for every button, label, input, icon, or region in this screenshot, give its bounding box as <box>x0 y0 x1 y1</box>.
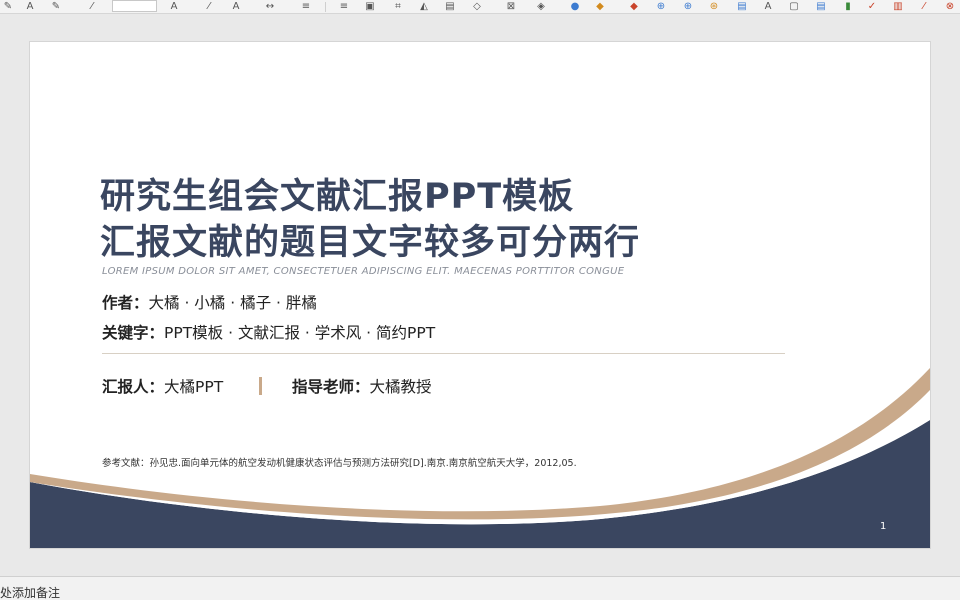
page-number: 1 <box>880 521 887 532</box>
char-color-icon[interactable]: A <box>230 1 242 12</box>
keywords-label: 关键字： <box>102 324 165 342</box>
sign-icon[interactable]: ⁄ <box>918 1 930 12</box>
authors-label: 作者： <box>102 294 149 312</box>
subtitle-lorem[interactable]: LOREM IPSUM DOLOR SIT AMET, CONSECTETUER… <box>102 266 624 277</box>
reporter-value: 大橘PPT <box>164 378 224 396</box>
keywords-line[interactable]: 关键字：PPT模板 · 文献汇报 · 学术风 · 简约PPT <box>102 321 435 343</box>
highlight-icon[interactable]: ⁄ <box>203 1 215 12</box>
advisor-line[interactable]: 指导老师：大橘教授 <box>292 375 432 397</box>
reporter-line[interactable]: 汇报人：大橘PPT <box>102 375 223 397</box>
advisor-value: 大橘教授 <box>369 378 432 396</box>
notes-placeholder: 处添加备注 <box>0 586 61 600</box>
authors-line[interactable]: 作者：大橘 · 小橘 · 橘子 · 胖橘 <box>102 291 317 313</box>
edit-icon[interactable]: ✎ <box>50 1 62 12</box>
section-divider <box>102 353 785 354</box>
bar-icon[interactable]: ▮ <box>842 1 854 12</box>
font-color-icon[interactable]: A <box>168 1 180 12</box>
navy-wave <box>30 420 930 548</box>
text-box-icon[interactable]: A <box>24 1 36 12</box>
pen-icon[interactable]: ✎ <box>2 1 14 12</box>
box-icon[interactable]: ▤ <box>815 1 827 12</box>
list-icon[interactable]: ≡ <box>300 1 312 12</box>
sheet-icon[interactable]: ▤ <box>736 1 748 12</box>
transform-icon[interactable]: ▤ <box>444 1 456 12</box>
image-icon[interactable]: ▣ <box>364 1 376 12</box>
fill-icon[interactable]: ◇ <box>471 1 483 12</box>
media-icon[interactable]: ◆ <box>628 1 640 12</box>
symbol-icon[interactable]: ⊕ <box>655 1 667 12</box>
reporter-label: 汇报人： <box>102 378 165 396</box>
dot-icon[interactable]: ● <box>569 1 581 12</box>
table-icon[interactable]: ⊠ <box>505 1 517 12</box>
link-icon[interactable]: ◆ <box>594 1 606 12</box>
keywords-value: PPT模板 · 文献汇报 · 学术风 · 简约PPT <box>164 324 436 342</box>
slide-title-line-1[interactable]: 研究生组会文献汇报PPT模板 <box>100 168 574 219</box>
check-icon[interactable]: ⊛ <box>708 1 720 12</box>
chart-icon[interactable]: ◈ <box>535 1 547 12</box>
toolbar-separator <box>325 2 326 12</box>
notes-pane[interactable]: 处添加备注 <box>0 576 960 600</box>
eyedropper-icon[interactable]: ⁄ <box>86 1 98 12</box>
font-size-box[interactable] <box>112 0 157 12</box>
abc-icon[interactable]: A <box>762 1 774 12</box>
crop-icon[interactable]: ⌗ <box>392 1 404 12</box>
frame-icon[interactable]: ▢ <box>788 1 800 12</box>
shape-icon[interactable]: ◭ <box>418 1 430 12</box>
reference-text[interactable]: 参考文献：孙见忠.面向单元体的航空发动机健康状态评估与预测方法研究[D].南京.… <box>102 455 577 469</box>
advisor-label: 指导老师： <box>292 378 370 396</box>
formatting-toolbar: ✎ A ✎ ⁄ A ⁄ A ↔ ≡ ≡ ▣ ⌗ ◭ ▤ ◇ ⊠ ◈ ● ◆ ◆ … <box>0 0 960 14</box>
bars-icon[interactable]: ▥ <box>892 1 904 12</box>
char-spacing-icon[interactable]: ↔ <box>264 1 276 12</box>
authors-value: 大橘 · 小橘 · 橘子 · 胖橘 <box>148 294 317 312</box>
align-icon[interactable]: ≡ <box>338 1 350 12</box>
special-icon[interactable]: ⊕ <box>682 1 694 12</box>
slide-canvas[interactable]: 研究生组会文献汇报PPT模板 汇报文献的题目文字较多可分两行 LOREM IPS… <box>30 42 930 548</box>
check-icon[interactable]: ✓ <box>866 1 878 12</box>
slide-title-line-2[interactable]: 汇报文献的题目文字较多可分两行 <box>100 214 640 265</box>
exit-icon[interactable]: ⊗ <box>944 1 956 12</box>
vertical-separator <box>259 377 262 395</box>
